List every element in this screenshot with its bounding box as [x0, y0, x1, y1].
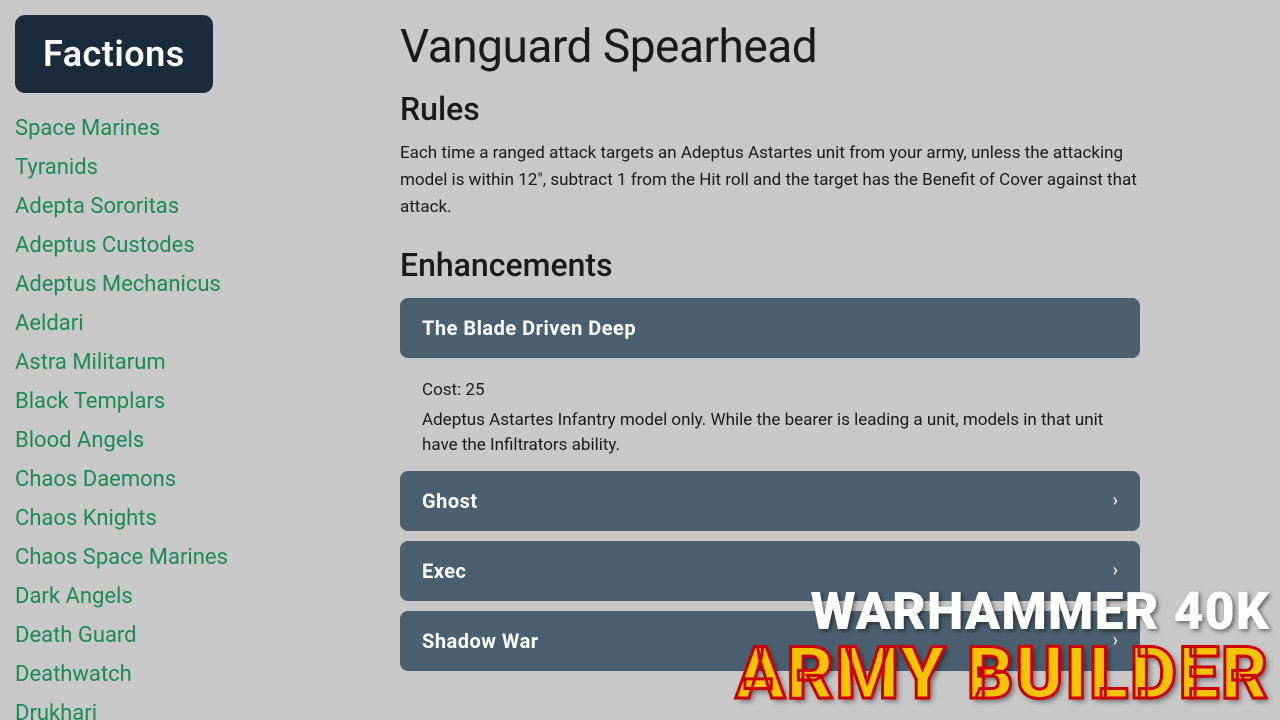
faction-link-11[interactable]: Chaos Space Marines	[15, 542, 370, 573]
enhancement-card-1[interactable]: Ghost ›	[400, 471, 1140, 531]
faction-list-item-4: Adeptus Mechanicus	[15, 265, 370, 304]
main-content: Vanguard Spearhead Rules Each time a ran…	[370, 0, 1280, 720]
faction-link-9[interactable]: Chaos Daemons	[15, 464, 370, 495]
faction-link-6[interactable]: Astra Militarum	[15, 347, 370, 378]
faction-link-14[interactable]: Deathwatch	[15, 659, 370, 690]
faction-list-item-2: Adepta Sororitas	[15, 187, 370, 226]
faction-link-12[interactable]: Dark Angels	[15, 581, 370, 612]
enhancement-cost-0: Cost: 25	[422, 380, 1118, 400]
factions-title: Factions	[15, 15, 213, 93]
faction-list-item-12: Dark Angels	[15, 577, 370, 616]
faction-list-item-7: Black Templars	[15, 382, 370, 421]
faction-list-item-5: Aeldari	[15, 304, 370, 343]
faction-link-2[interactable]: Adepta Sororitas	[15, 191, 370, 222]
chevron-icon-2: ›	[1113, 560, 1118, 581]
detachment-title: Vanguard Spearhead	[400, 20, 1250, 74]
faction-link-10[interactable]: Chaos Knights	[15, 503, 370, 534]
rules-text: Each time a ranged attack targets an Ade…	[400, 140, 1140, 222]
enhancement-card-0[interactable]: The Blade Driven Deep	[400, 298, 1140, 358]
sidebar: Factions Space Marines Tyranids Adepta Sor…	[0, 0, 370, 720]
enhancement-detail-0: Cost: 25 Adeptus Astartes Infantry model…	[400, 368, 1140, 471]
faction-list-item-14: Deathwatch	[15, 655, 370, 694]
enhancement-card-2[interactable]: Exec ›	[400, 541, 1140, 601]
faction-link-4[interactable]: Adeptus Mechanicus	[15, 269, 370, 300]
faction-link-5[interactable]: Aeldari	[15, 308, 370, 339]
faction-list-item-6: Astra Militarum	[15, 343, 370, 382]
faction-list-item-15: Drukhari	[15, 694, 370, 720]
faction-list-item-13: Death Guard	[15, 616, 370, 655]
faction-list-item-9: Chaos Daemons	[15, 460, 370, 499]
chevron-icon-3: ›	[1113, 630, 1118, 651]
enhancements-heading: Enhancements	[400, 246, 1250, 284]
faction-list-item-10: Chaos Knights	[15, 499, 370, 538]
faction-list-item-1: Tyranids	[15, 148, 370, 187]
faction-list-item-8: Blood Angels	[15, 421, 370, 460]
faction-list-item-11: Chaos Space Marines	[15, 538, 370, 577]
faction-link-8[interactable]: Blood Angels	[15, 425, 370, 456]
faction-list-item-3: Adeptus Custodes	[15, 226, 370, 265]
faction-list-item-0: Space Marines	[15, 109, 370, 148]
faction-link-7[interactable]: Black Templars	[15, 386, 370, 417]
chevron-icon-1: ›	[1113, 490, 1118, 511]
faction-link-13[interactable]: Death Guard	[15, 620, 370, 651]
rules-heading: Rules	[400, 90, 1250, 128]
faction-link-3[interactable]: Adeptus Custodes	[15, 230, 370, 261]
faction-link-1[interactable]: Tyranids	[15, 152, 370, 183]
enhancement-title-1: Ghost	[422, 489, 478, 513]
enhancement-title-2: Exec	[422, 559, 466, 583]
enhancement-card-3[interactable]: Shadow War ›	[400, 611, 1140, 671]
faction-link-0[interactable]: Space Marines	[15, 113, 370, 144]
enhancement-desc-0: Adeptus Astartes Infantry model only. Wh…	[422, 408, 1118, 459]
enhancement-title-0: The Blade Driven Deep	[422, 316, 636, 340]
faction-link-15[interactable]: Drukhari	[15, 698, 370, 720]
enhancement-title-3: Shadow War	[422, 629, 539, 653]
faction-list: Space Marines Tyranids Adepta Sororitas Ade…	[15, 109, 370, 720]
